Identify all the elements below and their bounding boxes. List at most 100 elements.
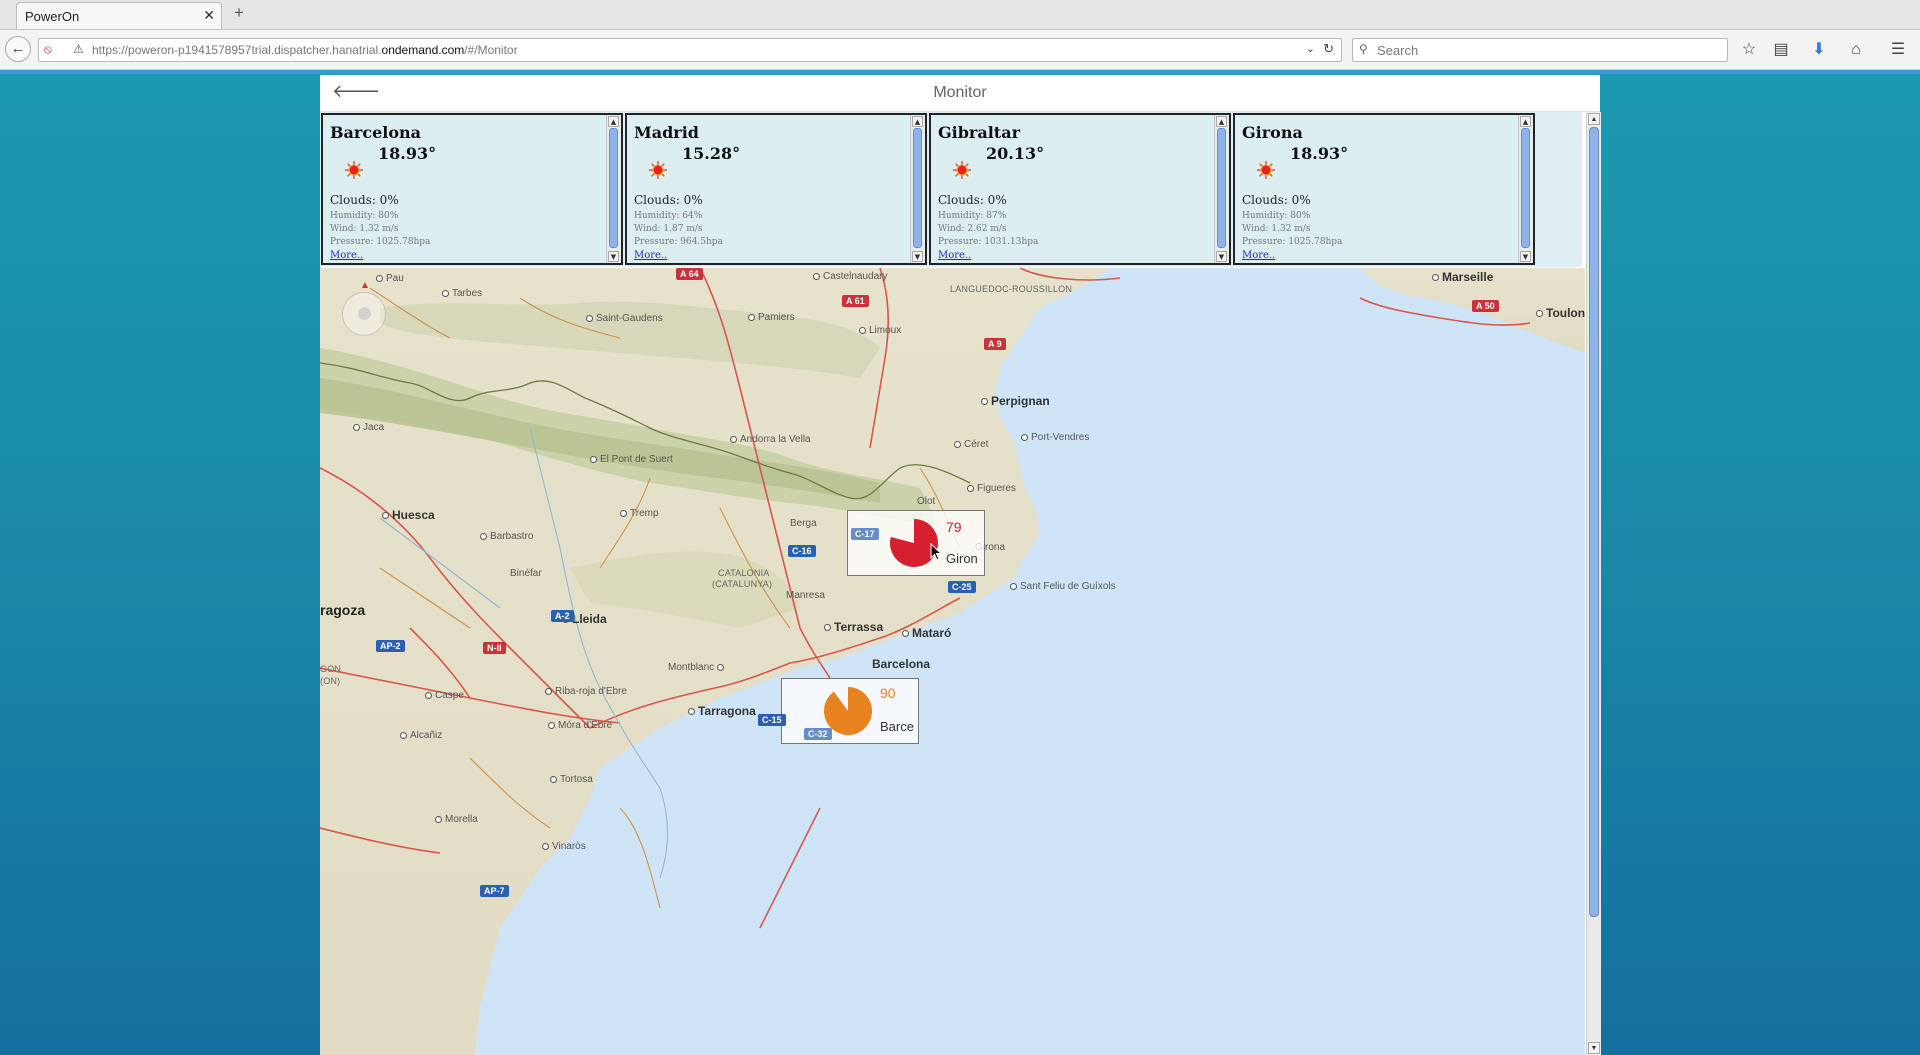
card-wind: Wind: 1.32 m/s: [1242, 224, 1311, 234]
more-link[interactable]: More..: [1242, 250, 1275, 261]
scroll-down-icon[interactable]: ▼: [1520, 251, 1531, 262]
road-shield: C-16: [788, 545, 816, 557]
url-dropdown-icon[interactable]: ⌄: [1306, 42, 1315, 55]
marker-label: Barce: [880, 719, 914, 734]
place-label: Tortosa: [550, 774, 593, 785]
browser-navbar: ← ⦸ ⚠ https://poweron-p1941578957trial.d…: [0, 30, 1920, 70]
place-label: Pau: [376, 273, 404, 284]
map-center-icon[interactable]: [358, 307, 371, 320]
security-warning-icon[interactable]: ⚠: [73, 42, 84, 56]
map-view[interactable]: ▲ Pau Tarbes Saint-Gaudens Pamiers Caste…: [320, 268, 1585, 1055]
scroll-up-icon[interactable]: ▲: [1520, 116, 1531, 127]
place-label: Sant Feliu de Guíxols: [1010, 581, 1116, 592]
north-arrow-icon: ▲: [360, 280, 370, 291]
scroll-up-icon[interactable]: ▲: [1216, 116, 1227, 127]
road-shield: A 64: [676, 268, 703, 280]
place-label: Olot: [917, 496, 936, 507]
place-label: Huesca: [382, 508, 435, 522]
marker-value: 79: [946, 519, 962, 535]
card-clouds: Clouds: 0%: [634, 193, 703, 207]
road-shield: AP-2: [376, 640, 405, 652]
bookmark-star-icon[interactable]: ☆: [1738, 39, 1760, 61]
weather-cards: Barcelona 18.93° Clouds: 0% Humidity: 80…: [320, 112, 1582, 267]
road-shield: C-17: [851, 528, 879, 540]
tracking-protection-icon[interactable]: ⦸: [44, 42, 58, 56]
place-label: Vinaròs: [542, 841, 586, 852]
scroll-down-icon[interactable]: ▼: [1588, 1042, 1600, 1054]
scroll-up-icon[interactable]: ▲: [912, 116, 923, 127]
place-label: Tremp: [620, 508, 659, 519]
road-shield: N-II: [483, 642, 506, 654]
scroll-down-icon[interactable]: ▼: [608, 251, 619, 262]
new-tab-icon[interactable]: +: [234, 4, 244, 22]
scroll-thumb[interactable]: [1521, 128, 1530, 248]
pie-fill: [823, 687, 872, 735]
card-scrollbar[interactable]: ▲ ▼: [1214, 115, 1229, 263]
card-city: Girona: [1242, 123, 1303, 142]
more-link[interactable]: More..: [938, 250, 971, 261]
card-temp: 20.13°: [986, 144, 1045, 163]
reading-list-icon[interactable]: ▤: [1770, 39, 1792, 61]
sun-icon: [649, 161, 667, 179]
card-scrollbar[interactable]: ▲ ▼: [606, 115, 621, 263]
scroll-thumb[interactable]: [1217, 128, 1226, 248]
place-label: Montblanc: [668, 662, 727, 673]
card-clouds: Clouds: 0%: [1242, 193, 1311, 207]
place-label: Mataró: [902, 626, 951, 640]
place-label: Port-Vendres: [1021, 432, 1089, 443]
place-label: Saint-Gaudens: [586, 313, 663, 324]
scroll-down-icon[interactable]: ▼: [912, 251, 923, 262]
road-shield: AP-7: [480, 885, 509, 897]
sun-icon: [345, 161, 363, 179]
card-scrollbar[interactable]: ▲ ▼: [1518, 115, 1533, 263]
download-icon[interactable]: ⬇: [1808, 39, 1830, 61]
place-label: Barbastro: [480, 531, 533, 542]
scroll-thumb[interactable]: [913, 128, 922, 248]
sun-icon: [953, 161, 971, 179]
map-pan-control[interactable]: ▲: [342, 280, 386, 336]
marker-value: 90: [880, 685, 896, 701]
map-marker-girona[interactable]: C-17 C-25 79 Giron: [847, 510, 985, 593]
page-title: Monitor: [933, 84, 987, 101]
page-scrollbar[interactable]: ▲ ▼: [1586, 112, 1601, 1055]
menu-icon[interactable]: ☰: [1887, 39, 1909, 61]
browser-tabbar: PowerOn ✕ +: [0, 0, 1920, 30]
browser-tab[interactable]: PowerOn ✕: [16, 2, 222, 29]
region-label: GON: [320, 664, 342, 674]
browser-back-icon[interactable]: ←: [5, 36, 31, 62]
card-clouds: Clouds: 0%: [330, 193, 399, 207]
place-label: Móra d'Ebre: [548, 720, 612, 731]
map-marker-barcelona[interactable]: C-15 C-32 90 Barce: [758, 678, 919, 744]
reload-icon[interactable]: ↻: [1323, 41, 1334, 57]
card-wind: Wind: 1.87 m/s: [634, 224, 703, 234]
place-label: Barcelona: [872, 657, 931, 671]
card-wind: Wind: 2.62 m/s: [938, 224, 1007, 234]
place-label: Manresa: [786, 590, 825, 601]
more-link[interactable]: More..: [634, 250, 667, 261]
place-label: Berga: [790, 518, 817, 529]
scroll-up-icon[interactable]: ▲: [1588, 113, 1600, 125]
road-shield: C-15: [758, 714, 786, 726]
address-bar[interactable]: ⦸ ⚠ https://poweron-p1941578957trial.dis…: [38, 38, 1342, 62]
card-scrollbar[interactable]: ▲ ▼: [910, 115, 925, 263]
place-label: Caspe: [425, 690, 464, 701]
road-shield: A 9: [984, 338, 1006, 350]
scroll-thumb[interactable]: [1589, 127, 1599, 917]
home-icon[interactable]: ⌂: [1845, 39, 1867, 61]
region-label: LANGUEDOC-ROUSSILLON: [950, 284, 1073, 294]
scroll-down-icon[interactable]: ▼: [1216, 251, 1227, 262]
card-humidity: Humidity: 80%: [330, 211, 399, 221]
more-link[interactable]: More..: [330, 250, 363, 261]
place-label: Céret: [954, 439, 988, 450]
road-shield: A 50: [1472, 300, 1499, 312]
place-label: Alcañiz: [400, 730, 442, 741]
search-input[interactable]: ⚲ Search: [1352, 38, 1728, 62]
place-label: Toulon: [1536, 306, 1585, 320]
url-text[interactable]: https://poweron-p1941578957trial.dispatc…: [92, 43, 518, 57]
weather-card-gibraltar: Gibraltar 20.13° Clouds: 0% Humidity: 87…: [929, 113, 1231, 265]
scroll-up-icon[interactable]: ▲: [608, 116, 619, 127]
scroll-thumb[interactable]: [609, 128, 618, 248]
tab-close-icon[interactable]: ✕: [203, 7, 215, 24]
mouse-cursor-icon: [930, 543, 942, 561]
place-label: Perpignan: [981, 394, 1050, 408]
